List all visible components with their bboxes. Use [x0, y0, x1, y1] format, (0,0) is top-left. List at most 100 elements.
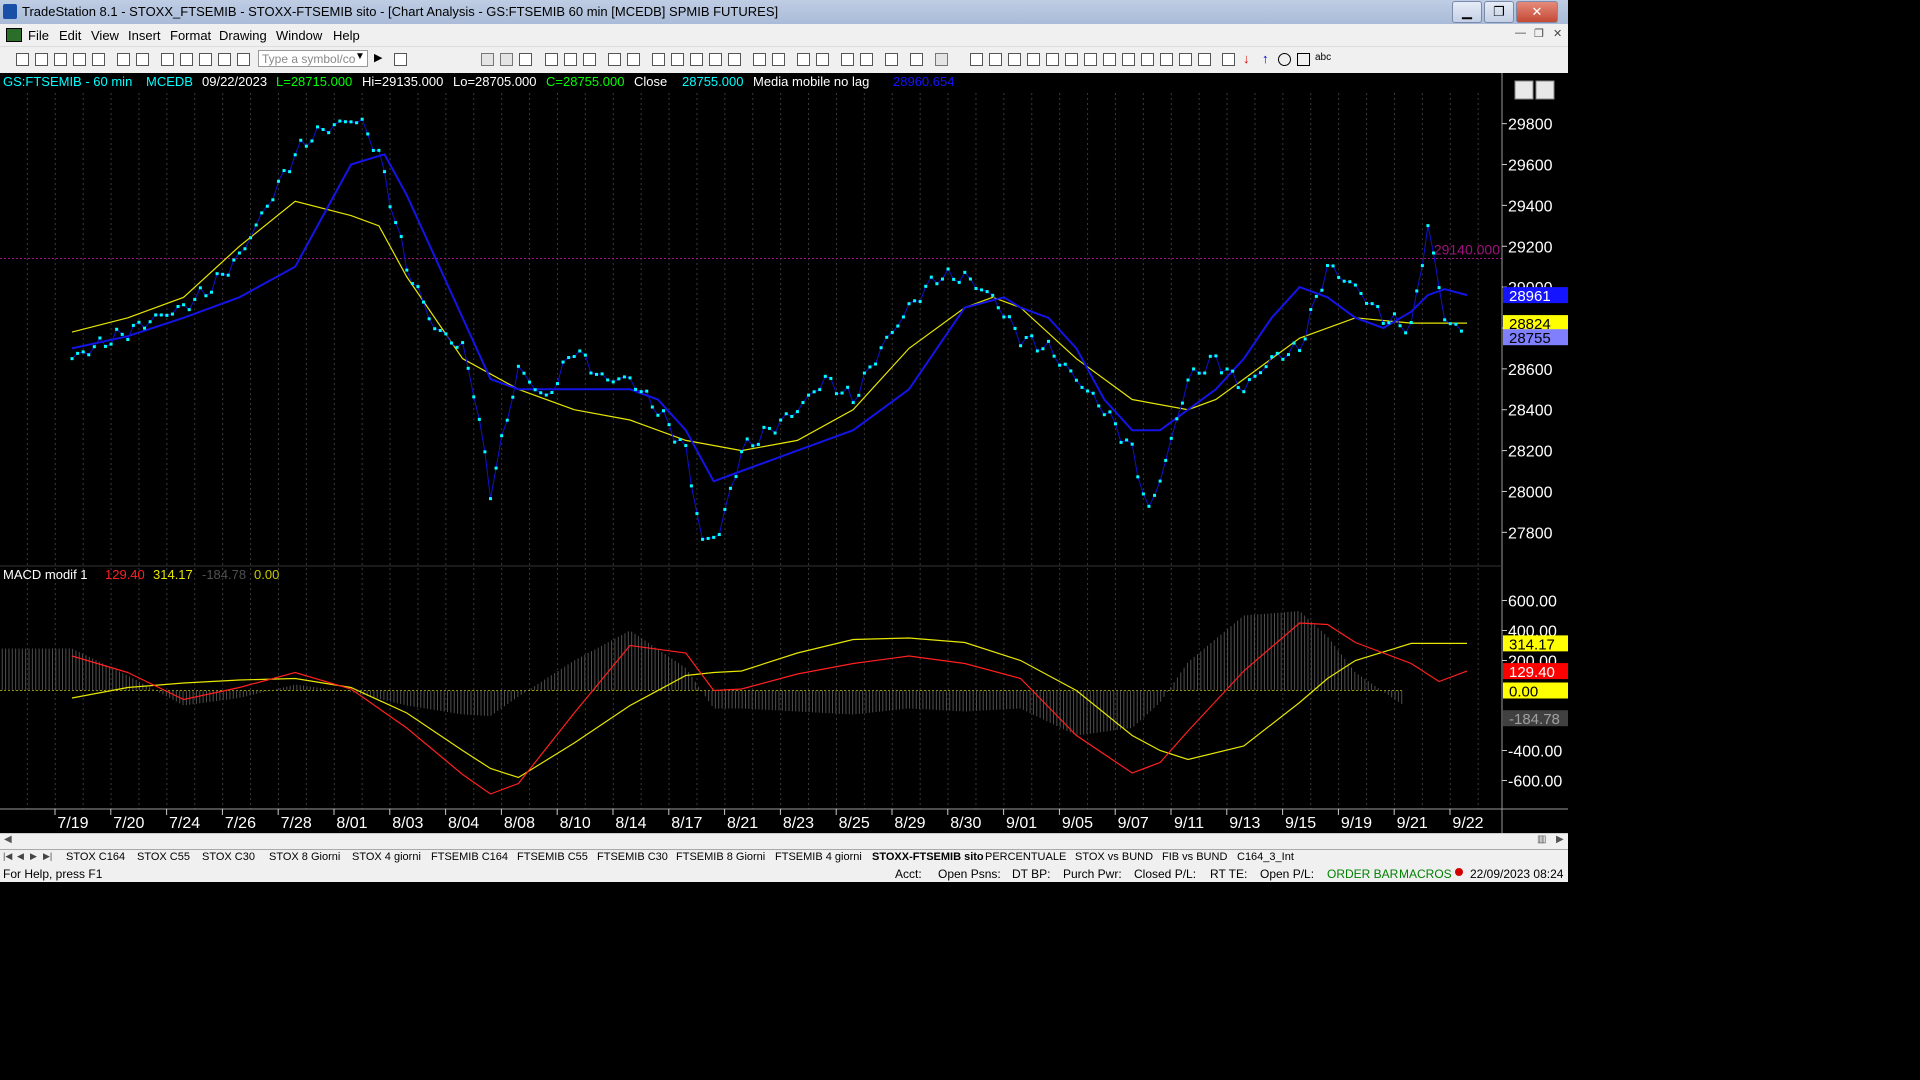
scroll-left-icon[interactable]: ◀ — [4, 834, 12, 845]
menu-view[interactable]: View — [91, 28, 119, 43]
tab-stox-c55[interactable]: STOX C55 — [137, 851, 190, 863]
strategy-icon[interactable] — [564, 53, 577, 66]
tab-ftsemib-4-giorni[interactable]: FTSEMIB 4 giorni — [775, 851, 862, 863]
data-window-icon[interactable] — [519, 53, 532, 66]
layout-icon-1[interactable] — [481, 53, 494, 66]
chart-analysis-window[interactable]: 29140.000 298002960029400292002900028800… — [0, 73, 1568, 833]
pointer-icon[interactable] — [841, 53, 854, 66]
window-list-icon[interactable] — [180, 53, 193, 66]
tab-nav-next-icon[interactable]: ▶ — [30, 851, 37, 862]
menu-edit[interactable]: Edit — [59, 28, 81, 43]
speed-lines-icon[interactable] — [1122, 53, 1135, 66]
save-icon[interactable] — [117, 53, 130, 66]
window-icon[interactable] — [161, 53, 174, 66]
lock-icon[interactable] — [199, 53, 212, 66]
menu-help[interactable]: Help — [333, 28, 360, 43]
chart-style-icon[interactable] — [608, 53, 621, 66]
vertical-lines-icon[interactable] — [989, 53, 1002, 66]
regression-icon[interactable] — [1141, 53, 1154, 66]
arrow-down-icon[interactable]: ↓ — [1243, 51, 1250, 66]
go-arrow-icon[interactable]: ▶ — [374, 51, 382, 64]
horizontal-lines-icon[interactable] — [1008, 53, 1021, 66]
menu-format[interactable]: Format — [170, 28, 211, 43]
fib-retracement-icon[interactable] — [1065, 53, 1078, 66]
folder-icon[interactable] — [92, 53, 105, 66]
chart-analysis-icon[interactable] — [910, 53, 923, 66]
mdi-restore-icon[interactable]: ❐ — [1534, 27, 1544, 40]
fib-fan-icon[interactable] — [1046, 53, 1059, 66]
tab-nav-first-icon[interactable]: |◀ — [3, 851, 12, 862]
tab-stox-4-giorni[interactable]: STOX 4 giorni — [352, 851, 421, 863]
tab-ftsemib-c55[interactable]: FTSEMIB C55 — [517, 851, 588, 863]
print-icon[interactable] — [136, 53, 149, 66]
globe-icon[interactable] — [237, 53, 250, 66]
mdi-minimize-icon[interactable]: — — [1515, 27, 1526, 39]
ellipse-icon[interactable] — [1278, 53, 1291, 66]
line-chart-icon[interactable] — [671, 53, 684, 66]
candle-chart-icon[interactable] — [690, 53, 703, 66]
tab-nav-prev-icon[interactable]: ◀ — [17, 851, 24, 862]
restore-button[interactable]: ❐ — [1484, 1, 1514, 23]
trendline-icon[interactable] — [970, 53, 983, 66]
symbol-input[interactable]: Type a symbol/co — [258, 50, 368, 67]
tab-ftsemib-c30[interactable]: FTSEMIB C30 — [597, 851, 668, 863]
new-icon[interactable] — [16, 53, 29, 66]
horizontal-scrollbar[interactable]: ◀ ▥ ▶ — [0, 833, 1568, 849]
paintbar-icon[interactable] — [583, 53, 596, 66]
zoom-in-icon[interactable] — [797, 53, 810, 66]
menu-drawing[interactable]: Drawing — [219, 28, 267, 43]
open-workspace-icon[interactable] — [54, 53, 67, 66]
tab-stox-8-giorni[interactable]: STOX 8 Giorni — [269, 851, 340, 863]
cycle-lines-icon[interactable] — [1103, 53, 1116, 66]
tab-stox-c164[interactable]: STOX C164 — [66, 851, 125, 863]
scroll-thumb-icon[interactable]: ▥ — [1537, 834, 1546, 845]
curve-icon[interactable] — [1222, 53, 1235, 66]
zoom-out-icon[interactable] — [816, 53, 829, 66]
menu-file[interactable]: File — [28, 28, 49, 43]
wrench-icon[interactable] — [885, 53, 898, 66]
bar-chart-icon[interactable] — [652, 53, 665, 66]
symbol-lookup-icon[interactable] — [394, 53, 407, 66]
tab-stoxx-ftsemib-sito[interactable]: STOXX-FTSEMIB sito — [872, 851, 984, 863]
volume-icon[interactable] — [728, 53, 741, 66]
arc-icon[interactable] — [1179, 53, 1192, 66]
symbol-dropdown-icon[interactable]: ▼ — [355, 51, 365, 62]
tools-icon[interactable] — [218, 53, 231, 66]
pane-minimize-button[interactable] — [1514, 80, 1534, 100]
tab-percentuale[interactable]: PERCENTUALE — [985, 851, 1066, 863]
select-icon[interactable] — [860, 53, 873, 66]
menu-insert[interactable]: Insert — [128, 28, 161, 43]
indicator-icon[interactable] — [545, 53, 558, 66]
chart-window-icon[interactable] — [6, 28, 22, 42]
open-icon[interactable] — [35, 53, 48, 66]
fib-time-icon[interactable] — [1084, 53, 1097, 66]
zoom-bars-icon[interactable] — [753, 53, 766, 66]
tab-ftsemib-c164[interactable]: FTSEMIB C164 — [431, 851, 508, 863]
channel-icon[interactable] — [1160, 53, 1173, 66]
text-tool-icon[interactable]: abc — [1315, 52, 1331, 63]
new-workspace-icon[interactable] — [73, 53, 86, 66]
disabled-icon[interactable] — [935, 53, 948, 66]
tab-fib-vs-bund[interactable]: FIB vs BUND — [1162, 851, 1227, 863]
ohlc-chart-icon[interactable] — [709, 53, 722, 66]
mdi-close-icon[interactable]: ✕ — [1553, 27, 1562, 40]
tab-nav-last-icon[interactable]: ▶| — [43, 851, 52, 862]
menu-window[interactable]: Window — [276, 28, 322, 43]
chart-format-icon[interactable] — [627, 53, 640, 66]
tab-stox-vs-bund[interactable]: STOX vs BUND — [1075, 851, 1153, 863]
spacing-icon[interactable] — [772, 53, 785, 66]
status-order-bar[interactable]: ORDER BAR — [1327, 867, 1398, 881]
status-macros[interactable]: MACROS — [1399, 867, 1452, 881]
layout-icon-2[interactable] — [500, 53, 513, 66]
tab-c164-3-int[interactable]: C164_3_Int — [1237, 851, 1294, 863]
gann-icon[interactable] — [1027, 53, 1040, 66]
tab-stox-c30[interactable]: STOX C30 — [202, 851, 255, 863]
close-button[interactable]: ✕ — [1516, 1, 1558, 23]
minimize-button[interactable]: ▁ — [1452, 1, 1482, 23]
freehand-icon[interactable] — [1198, 53, 1211, 66]
pane-restore-button[interactable] — [1535, 80, 1555, 100]
arrow-up-icon[interactable]: ↑ — [1262, 51, 1269, 66]
scroll-right-icon[interactable]: ▶ — [1556, 834, 1564, 845]
rectangle-icon[interactable] — [1297, 53, 1310, 66]
tab-ftsemib-8-giorni[interactable]: FTSEMIB 8 Giorni — [676, 851, 765, 863]
